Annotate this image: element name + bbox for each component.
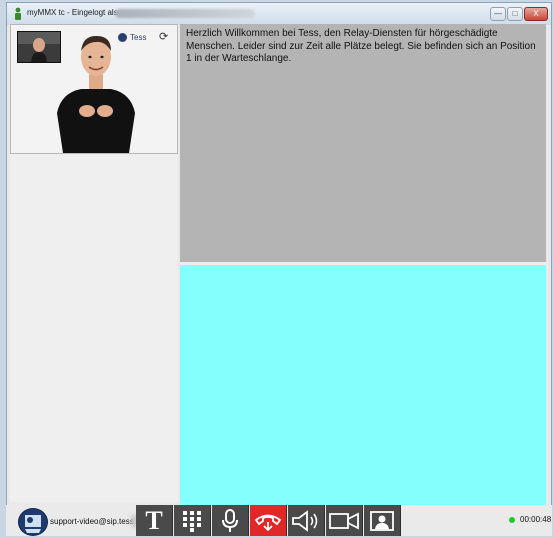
self-view-button[interactable]	[364, 505, 401, 536]
call-toolbar: T	[136, 505, 439, 536]
tess-logo-icon	[118, 33, 127, 43]
minimize-button[interactable]: —	[490, 7, 506, 21]
speaker-button[interactable]	[288, 505, 325, 536]
keypad-icon	[183, 510, 201, 532]
microphone-button[interactable]	[212, 505, 249, 536]
chat-input-area[interactable]	[180, 265, 546, 505]
contact-avatar	[18, 508, 48, 536]
app-icon	[15, 7, 21, 20]
status-bar: support-video@sip.tess- T 00:00:48	[6, 505, 552, 536]
maximize-button[interactable]: □	[507, 7, 523, 21]
remote-video: Tess ⟳	[10, 24, 178, 154]
hang-up-icon	[254, 514, 282, 531]
keypad-button[interactable]	[174, 505, 211, 536]
camera-button[interactable]	[326, 505, 363, 536]
connection-status-indicator	[509, 517, 515, 523]
call-timer: 00:00:48	[520, 515, 552, 524]
window-title: myMMX tc - Eingelogt als	[27, 8, 118, 17]
hang-up-button[interactable]	[250, 505, 287, 536]
avatar-icon	[25, 515, 41, 533]
text-chat-button[interactable]: T	[136, 505, 173, 536]
contact-address: support-video@sip.tess-	[50, 517, 137, 526]
title-bar[interactable]: myMMX tc - Eingelogt als — □ X	[7, 3, 551, 25]
redacted-username	[115, 9, 255, 18]
speaker-icon	[292, 509, 318, 532]
text-icon: T	[145, 505, 163, 535]
self-view-icon	[370, 510, 394, 531]
video-panel: Tess ⟳	[10, 24, 178, 502]
refresh-icon[interactable]: ⟳	[159, 30, 168, 43]
welcome-message: Herzlich Willkommen bei Tess, den Relay-…	[186, 28, 536, 64]
close-button[interactable]: X	[524, 7, 548, 21]
self-view-image	[18, 32, 60, 62]
tess-logo: Tess	[118, 33, 147, 43]
microphone-icon	[222, 508, 238, 532]
self-view-thumbnail[interactable]	[17, 31, 61, 63]
camera-icon	[329, 512, 359, 529]
chat-history: Herzlich Willkommen bei Tess, den Relay-…	[180, 24, 546, 262]
tess-logo-text: Tess	[130, 33, 147, 42]
